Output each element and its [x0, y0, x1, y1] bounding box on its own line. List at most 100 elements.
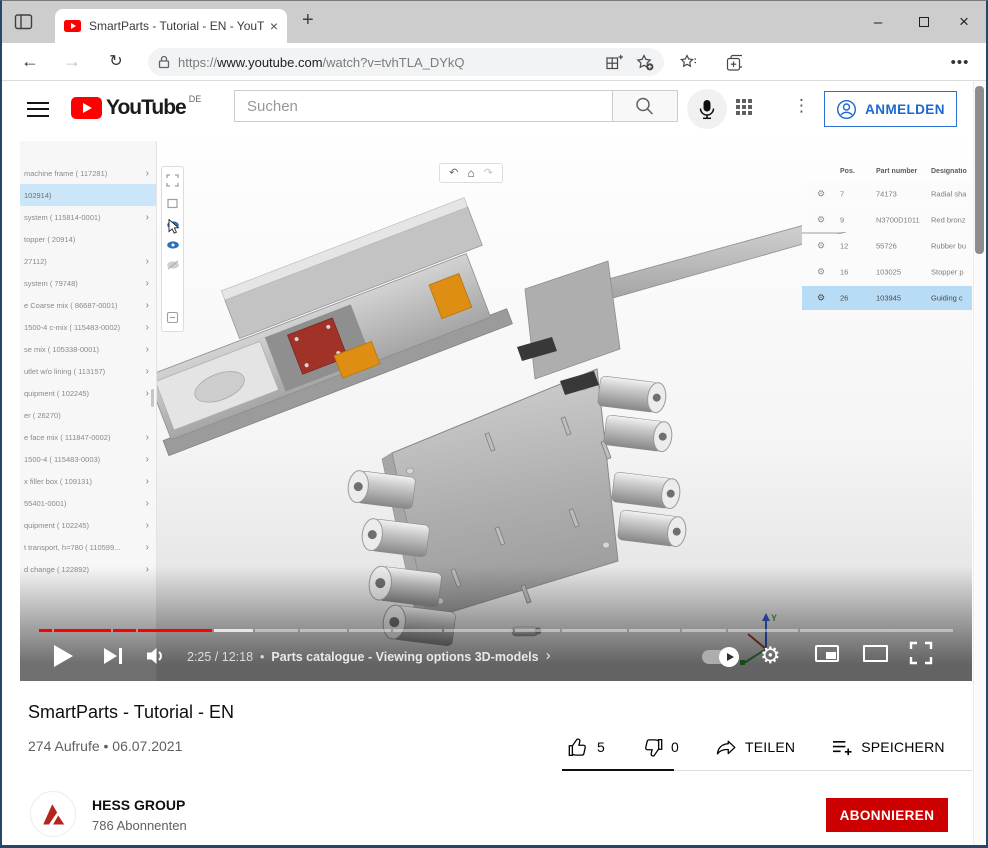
- address-bar[interactable]: https://www.youtube.com/watch?v=tvhTLA_D…: [148, 48, 664, 76]
- tree-item[interactable]: 1500-4 c-mix ( 115483-0002)›: [20, 316, 156, 338]
- refresh-button[interactable]: ↻: [100, 46, 132, 76]
- selection-box-icon[interactable]: [166, 197, 179, 210]
- cad-tree-items: machine frame ( 117281)›102914)system ( …: [20, 162, 156, 580]
- chevron-right-icon[interactable]: ›: [146, 168, 156, 179]
- subscribe-button[interactable]: ABONNIEREN: [826, 798, 948, 832]
- hide-part-eye-icon[interactable]: [166, 260, 180, 270]
- progress-segment: [54, 629, 111, 632]
- chevron-right-icon[interactable]: ›: [146, 366, 156, 377]
- parts-table-row[interactable]: ⚙16103025Stopper p: [802, 260, 972, 284]
- dislike-button[interactable]: 0: [636, 736, 685, 759]
- add-favorite-icon[interactable]: [636, 54, 654, 71]
- browser-menu-button[interactable]: •••: [946, 49, 974, 76]
- signin-button[interactable]: ANMELDEN: [824, 91, 957, 127]
- fullscreen-button[interactable]: [909, 641, 933, 668]
- share-button[interactable]: TEILEN: [710, 736, 801, 758]
- back-button[interactable]: ←: [14, 46, 46, 76]
- tree-scrollbar[interactable]: [151, 389, 154, 407]
- chevron-right-icon[interactable]: ›: [146, 344, 156, 355]
- gear-icon[interactable]: ⚙: [817, 215, 825, 226]
- channel-name[interactable]: HESS GROUP: [92, 797, 185, 813]
- chevron-right-icon[interactable]: ›: [146, 256, 156, 267]
- tree-item[interactable]: 55401-0001)›: [20, 492, 156, 514]
- tab-close-icon[interactable]: ×: [270, 18, 278, 34]
- chevron-right-icon[interactable]: ›: [146, 278, 156, 289]
- split-screen-icon[interactable]: [605, 54, 624, 71]
- chevron-right-icon[interactable]: ›: [146, 322, 156, 333]
- chevron-right-icon[interactable]: ›: [146, 432, 156, 443]
- parts-table-row[interactable]: ⚙1255726Rubber bu: [802, 234, 972, 258]
- tab-actions-icon[interactable]: [10, 11, 38, 35]
- chevron-right-icon[interactable]: ›: [146, 542, 156, 553]
- new-tab-button[interactable]: +: [296, 8, 320, 33]
- window-minimize-button[interactable]: –: [862, 8, 894, 36]
- tree-item[interactable]: topper ( 20914): [20, 228, 156, 250]
- parts-table-row[interactable]: ⚙9N3700D1011Red bronz: [802, 208, 972, 232]
- tree-item[interactable]: system ( 79748)›: [20, 272, 156, 294]
- miniplayer-button[interactable]: [815, 645, 839, 662]
- window-maximize-button[interactable]: [908, 8, 940, 36]
- search-box[interactable]: [234, 90, 613, 122]
- search-input[interactable]: [235, 91, 612, 121]
- play-button[interactable]: [54, 645, 73, 667]
- url-text[interactable]: https://www.youtube.com/watch?v=tvhTLA_D…: [178, 55, 593, 70]
- tree-item[interactable]: quipment ( 102245)›: [20, 514, 156, 536]
- hamburger-menu-icon[interactable]: [27, 102, 49, 118]
- page-scrollbar[interactable]: [973, 81, 986, 845]
- gear-icon[interactable]: ⚙: [817, 189, 825, 200]
- voice-search-button[interactable]: [687, 89, 727, 129]
- chapter-title[interactable]: Parts catalogue - Viewing options 3D-mod…: [271, 650, 538, 664]
- tree-item[interactable]: t transport, h=780 ( 110599...›: [20, 536, 156, 558]
- undo-icon[interactable]: ↶: [449, 168, 458, 179]
- theater-mode-button[interactable]: [863, 645, 888, 662]
- chapter-chevron-icon[interactable]: ›: [546, 647, 551, 664]
- tree-item[interactable]: 102914): [20, 184, 156, 206]
- video-meta: 274 Aufrufe • 06.07.2021: [28, 738, 182, 754]
- chevron-right-icon[interactable]: ›: [146, 476, 156, 487]
- chevron-right-icon[interactable]: ›: [146, 212, 156, 223]
- chevron-right-icon[interactable]: ›: [146, 300, 156, 311]
- tree-item[interactable]: system ( 115814-0001)›: [20, 206, 156, 228]
- search-button[interactable]: [612, 90, 678, 122]
- youtube-settings-menu-icon[interactable]: ⋮: [787, 95, 816, 117]
- parts-table-row[interactable]: ⚙26103945Guiding c: [802, 286, 972, 310]
- tree-item[interactable]: 27112)›: [20, 250, 156, 272]
- tree-item[interactable]: e face mix ( 111847-0002)›: [20, 426, 156, 448]
- window-close-button[interactable]: ×: [948, 8, 980, 36]
- favorites-button[interactable]: [674, 49, 702, 76]
- chevron-right-icon[interactable]: ›: [146, 520, 156, 531]
- gear-icon[interactable]: ⚙: [817, 267, 825, 278]
- youtube-logo[interactable]: YouTube DE: [71, 97, 201, 119]
- tree-item[interactable]: 1500-4 ( 115483-0003)›: [20, 448, 156, 470]
- chevron-right-icon[interactable]: ›: [146, 454, 156, 465]
- collections-button[interactable]: [720, 49, 748, 76]
- youtube-apps-icon[interactable]: [736, 99, 752, 115]
- gear-icon[interactable]: ⚙: [817, 293, 825, 304]
- chevron-right-icon[interactable]: ›: [146, 498, 156, 509]
- next-video-button[interactable]: [104, 648, 122, 664]
- gear-icon[interactable]: ⚙: [817, 241, 825, 252]
- video-player[interactable]: machine frame ( 117281)›102914)system ( …: [20, 141, 972, 681]
- tree-item[interactable]: utlet w/o lining ( 113157)›: [20, 360, 156, 382]
- tree-item[interactable]: e Coarse mix ( 86687-0001)›: [20, 294, 156, 316]
- home-view-icon[interactable]: ⌂: [467, 167, 474, 179]
- player-settings-gear-icon[interactable]: ⚙: [760, 636, 781, 674]
- like-button[interactable]: 5: [562, 736, 611, 759]
- channel-avatar[interactable]: [30, 791, 76, 837]
- tree-item[interactable]: machine frame ( 117281)›: [20, 162, 156, 184]
- save-button[interactable]: SPEICHERN: [826, 737, 950, 758]
- tree-item[interactable]: se mix ( 105338-0001)›: [20, 338, 156, 360]
- progress-bar[interactable]: [39, 629, 953, 632]
- autoplay-toggle[interactable]: [702, 650, 736, 664]
- scrollbar-thumb[interactable]: [975, 86, 984, 254]
- fit-view-icon[interactable]: [166, 174, 179, 187]
- volume-button[interactable]: [147, 647, 167, 668]
- isolate-part-eye-icon[interactable]: [166, 240, 180, 250]
- tree-item-label: system ( 115814-0001): [20, 213, 146, 222]
- tree-item[interactable]: quipment ( 102245)›: [20, 382, 156, 404]
- browser-tab[interactable]: SmartParts - Tutorial - EN - YouT ×: [55, 9, 287, 43]
- tree-item[interactable]: er ( 26270): [20, 404, 156, 426]
- tree-item[interactable]: x filler box ( 109131)›: [20, 470, 156, 492]
- collapse-minus-icon[interactable]: [166, 311, 179, 324]
- parts-table-row[interactable]: ⚙774173Radial sha: [802, 182, 972, 206]
